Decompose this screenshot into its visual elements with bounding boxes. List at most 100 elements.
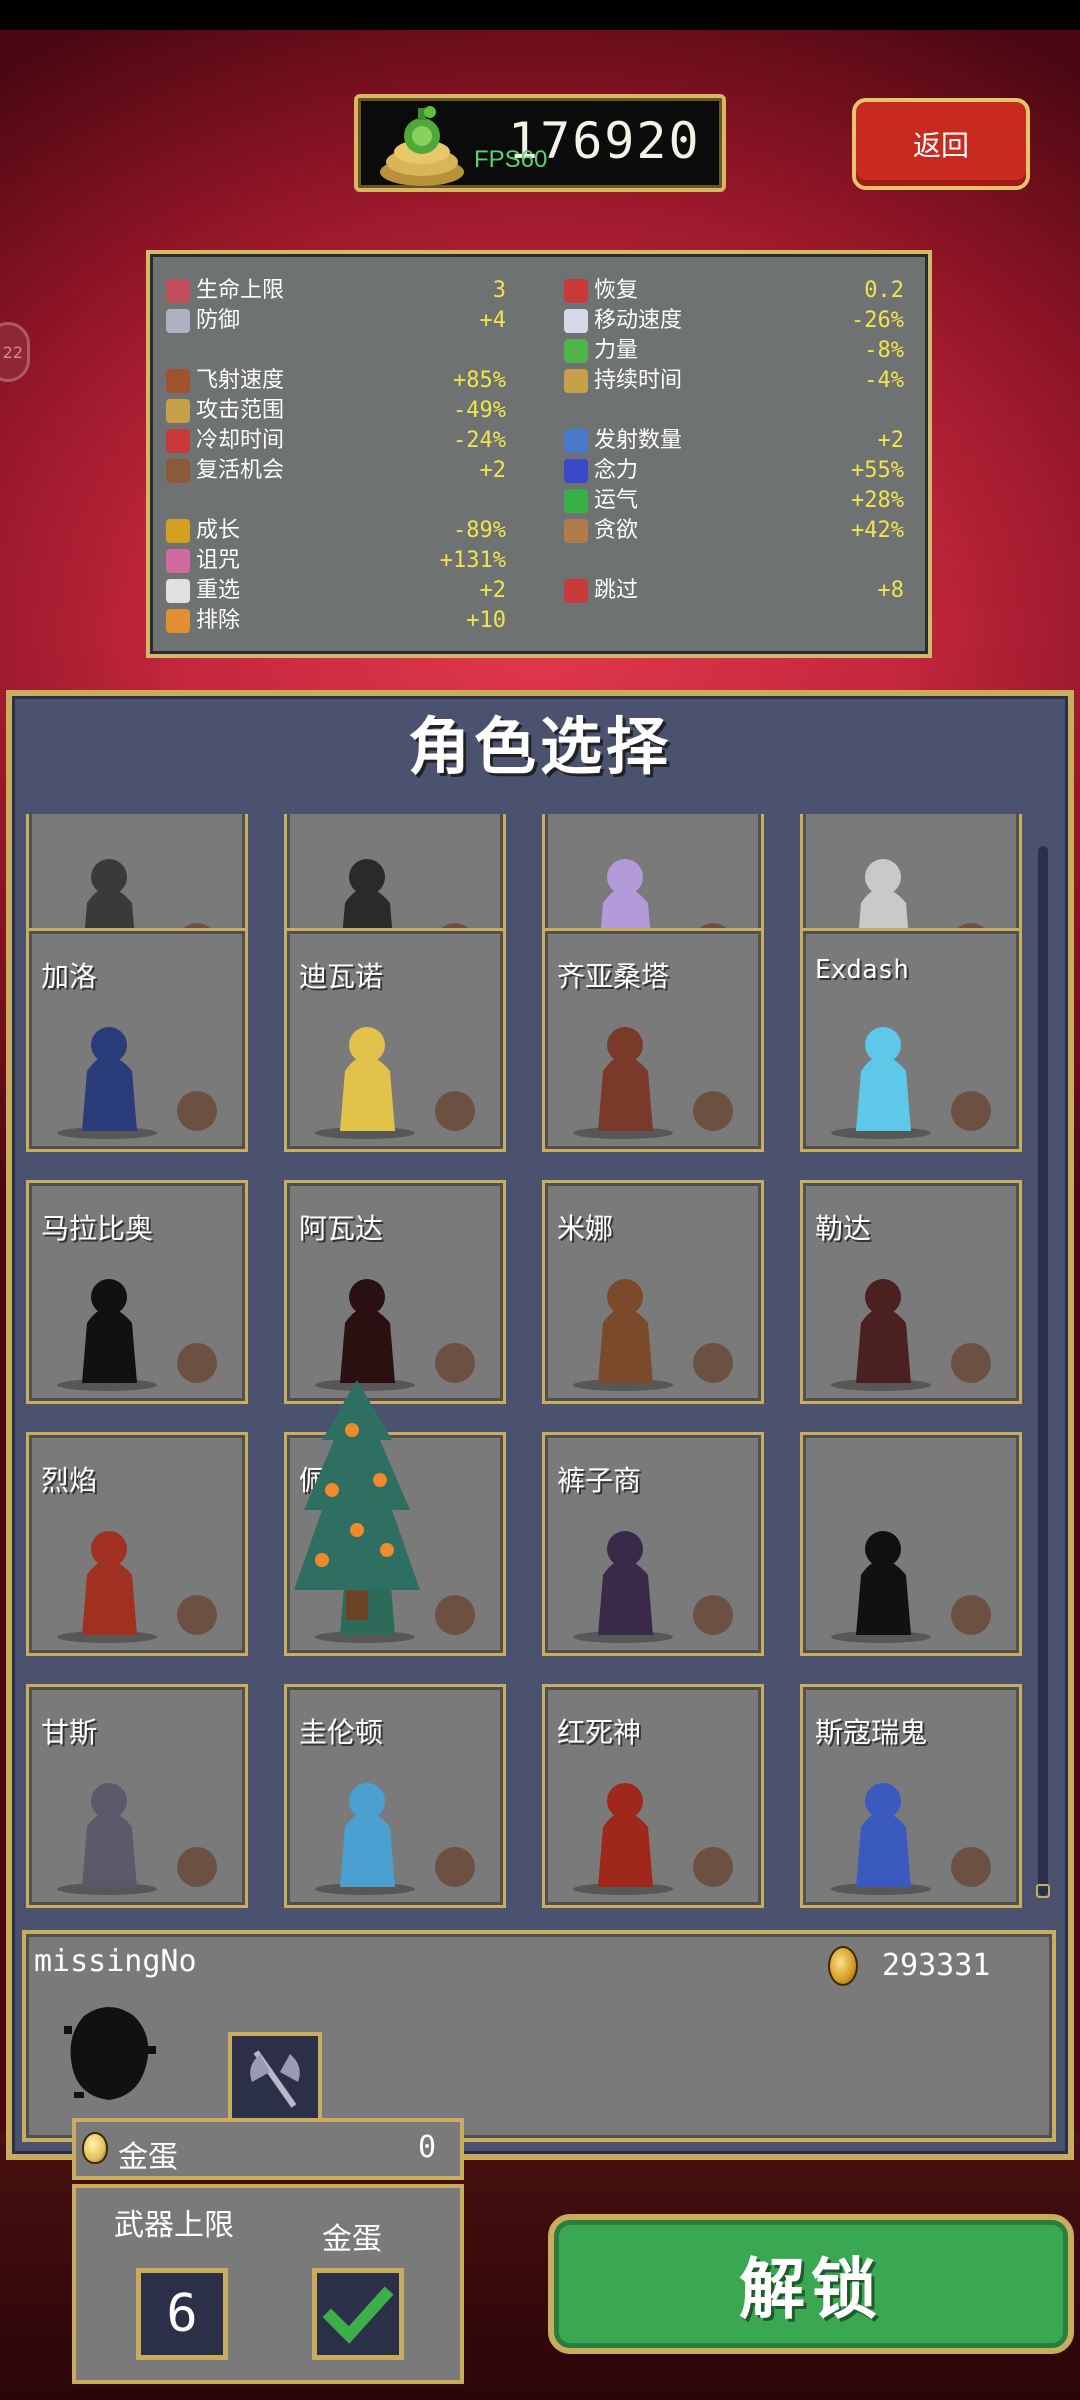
character-sprite — [57, 1027, 217, 1139]
scrollbar[interactable] — [1038, 846, 1048, 1896]
character-card[interactable] — [800, 1432, 1022, 1656]
side-tab[interactable]: 22 — [0, 322, 30, 382]
status-bar — [0, 0, 1080, 30]
stat-value: -89% — [453, 518, 506, 543]
axe-icon — [250, 2050, 300, 2108]
stat-row: 发射数量 +2 — [564, 426, 904, 456]
character-card[interactable]: 烈焰 — [26, 1432, 248, 1656]
stat-value: +4 — [479, 308, 507, 333]
stat-label: 排除 — [196, 608, 241, 633]
character-card[interactable]: 红死神 — [542, 1684, 764, 1908]
stat-value: 3 — [492, 278, 506, 303]
scrollbar-thumb[interactable] — [1036, 1884, 1050, 1898]
speed-icon — [166, 369, 190, 393]
character-card[interactable]: 甘斯 — [26, 1684, 248, 1908]
stat-label: 移动速度 — [594, 308, 683, 333]
starting-weapon-slot[interactable] — [228, 2032, 322, 2126]
stat-row: 生命上限 3 — [166, 276, 506, 306]
stat-row: 跳过 +8 — [564, 576, 904, 606]
stat-row: 复活机会 +2 — [166, 456, 506, 486]
growth-icon — [166, 519, 190, 543]
character-name: 圭伦顿 — [299, 1716, 384, 1749]
stat-value: +85% — [453, 368, 506, 393]
stat-row: 成长 -89% — [166, 516, 506, 546]
gold-egg-count: 0 — [418, 2130, 437, 2165]
stat-label: 恢复 — [594, 278, 639, 303]
weapon-limit-stepper[interactable]: 6 — [136, 2268, 228, 2360]
back-button[interactable]: 返回 — [852, 98, 1030, 190]
stat-value: +2 — [877, 428, 905, 453]
character-sprite — [57, 1783, 217, 1895]
character-sprite — [315, 1279, 475, 1391]
character-card[interactable]: 迪瓦诺 — [284, 928, 506, 1152]
stat-label: 念力 — [594, 458, 639, 483]
stat-value: -49% — [453, 398, 506, 423]
character-name: 甘斯 — [41, 1716, 98, 1749]
stat-label: 飞射速度 — [196, 368, 285, 393]
luck-icon — [564, 489, 588, 513]
coin-pile-icon — [380, 106, 464, 186]
character-sprite — [573, 1783, 733, 1895]
christmas-tree-sprite — [294, 1380, 420, 1620]
stat-row: 重选 +2 — [166, 576, 506, 606]
character-name: 红死神 — [557, 1716, 642, 1749]
stat-value: +10 — [466, 608, 506, 633]
reroll-icon — [166, 579, 190, 603]
character-sprite — [831, 1027, 991, 1139]
banish-icon — [166, 609, 190, 633]
stat-label: 运气 — [594, 488, 639, 513]
stat-label: 攻击范围 — [196, 398, 285, 423]
character-name: 加洛 — [41, 960, 98, 993]
unlock-button[interactable]: 解锁 — [548, 2214, 1074, 2354]
character-card[interactable]: 阿瓦达 — [284, 1180, 506, 1404]
armor-icon — [166, 309, 190, 333]
character-sprite — [573, 1027, 733, 1139]
character-name: 烈焰 — [41, 1464, 98, 1497]
character-name: 迪瓦诺 — [299, 960, 384, 993]
weapon-limit-label: 武器上限 — [114, 2208, 234, 2243]
missingno-sprite — [64, 2007, 156, 2100]
stat-value: -26% — [851, 308, 904, 333]
wing-icon — [564, 309, 588, 333]
stat-value: +28% — [851, 488, 904, 513]
stat-value: +2 — [479, 458, 507, 483]
stat-row: 贪欲 +42% — [564, 516, 904, 546]
stat-row: 念力 +55% — [564, 456, 904, 486]
amount-icon — [564, 429, 588, 453]
magnet-icon — [564, 459, 588, 483]
gold-egg-option-label: 金蛋 — [322, 2222, 382, 2257]
gold-egg-checkbox[interactable] — [312, 2268, 404, 2360]
gold-egg-label: 金蛋 — [118, 2140, 178, 2175]
cooldown-icon — [166, 429, 190, 453]
stat-label: 生命上限 — [196, 278, 285, 303]
character-name: 勒达 — [815, 1212, 872, 1245]
skip-icon — [564, 579, 588, 603]
character-card[interactable]: 齐亚桑塔 — [542, 928, 764, 1152]
stat-label: 成长 — [196, 518, 241, 543]
character-card[interactable]: 米娜 — [542, 1180, 764, 1404]
character-sprite — [315, 1027, 475, 1139]
panel-title: 角色选择 — [407, 710, 672, 783]
character-card[interactable]: 斯寇瑞鬼 — [800, 1684, 1022, 1908]
stat-value: -4% — [864, 368, 904, 393]
character-sprite — [831, 1783, 991, 1895]
character-card[interactable]: 裤子商 — [542, 1432, 764, 1656]
stat-row: 排除 +10 — [166, 606, 506, 636]
stat-row: 飞射速度 +85% — [166, 366, 506, 396]
stat-value: -24% — [453, 428, 506, 453]
character-card[interactable]: 勒达 — [800, 1180, 1022, 1404]
stat-value: -8% — [864, 338, 904, 363]
character-card[interactable]: 加洛 — [26, 928, 248, 1152]
stat-row: 防御 +4 — [166, 306, 506, 336]
stat-label: 跳过 — [594, 578, 639, 603]
character-card[interactable]: 圭伦顿 — [284, 1684, 506, 1908]
character-name: Exdash — [815, 955, 909, 985]
character-sprite — [315, 1783, 475, 1895]
fps-counter: FPS60 — [474, 146, 548, 173]
character-card[interactable]: 马拉比奥 — [26, 1180, 248, 1404]
character-name: 米娜 — [557, 1212, 614, 1245]
character-sprite — [831, 1531, 991, 1643]
stat-row: 冷却时间 -24% — [166, 426, 506, 456]
character-card[interactable]: Exdash — [800, 928, 1022, 1152]
area-icon — [166, 399, 190, 423]
